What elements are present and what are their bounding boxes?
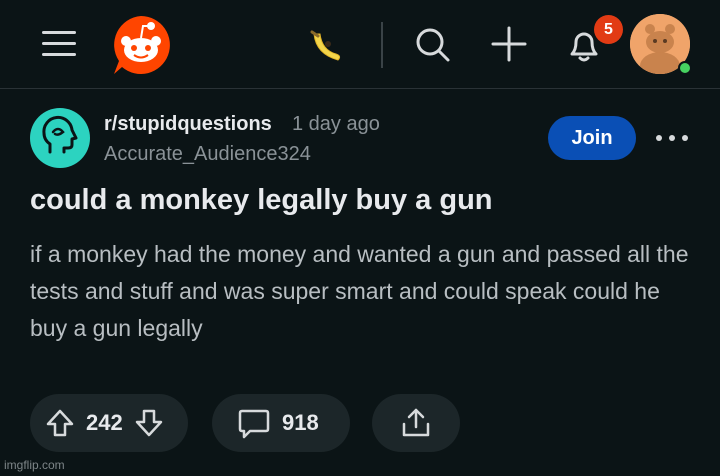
online-status-dot bbox=[678, 61, 692, 75]
comment-count: 918 bbox=[282, 410, 319, 435]
post-body: if a monkey had the money and wanted a g… bbox=[30, 241, 689, 341]
search-icon[interactable] bbox=[410, 22, 454, 66]
join-button[interactable]: Join bbox=[548, 116, 636, 160]
share-button[interactable] bbox=[372, 394, 460, 452]
subreddit-icon[interactable] bbox=[30, 108, 90, 168]
top-app-bar: 5 bbox=[0, 0, 720, 88]
more-options-icon[interactable] bbox=[656, 126, 688, 150]
vote-bar: 242 bbox=[30, 394, 188, 452]
toolbar-divider bbox=[381, 22, 383, 68]
post-title: could a monkey legally buy a gun bbox=[30, 184, 493, 216]
comments-button[interactable]: 918 bbox=[212, 394, 350, 452]
post-author[interactable]: Accurate_Audience324 bbox=[104, 143, 311, 166]
share-icon bbox=[398, 405, 434, 441]
watermark: imgflip.com bbox=[4, 458, 65, 472]
subreddit-name[interactable]: r/stupidquestions bbox=[104, 113, 272, 136]
notification-badge: 5 bbox=[594, 15, 623, 44]
vote-count: 242 bbox=[86, 410, 123, 435]
menu-icon[interactable] bbox=[40, 28, 78, 60]
reddit-logo-icon[interactable] bbox=[110, 14, 172, 76]
comment-icon bbox=[236, 405, 272, 441]
downvote-icon[interactable] bbox=[133, 407, 165, 439]
header-divider bbox=[0, 88, 720, 89]
banana-icon[interactable] bbox=[306, 26, 346, 66]
upvote-icon[interactable] bbox=[44, 407, 76, 439]
plus-icon[interactable] bbox=[487, 22, 531, 66]
post-timestamp: 1 day ago bbox=[292, 113, 380, 135]
